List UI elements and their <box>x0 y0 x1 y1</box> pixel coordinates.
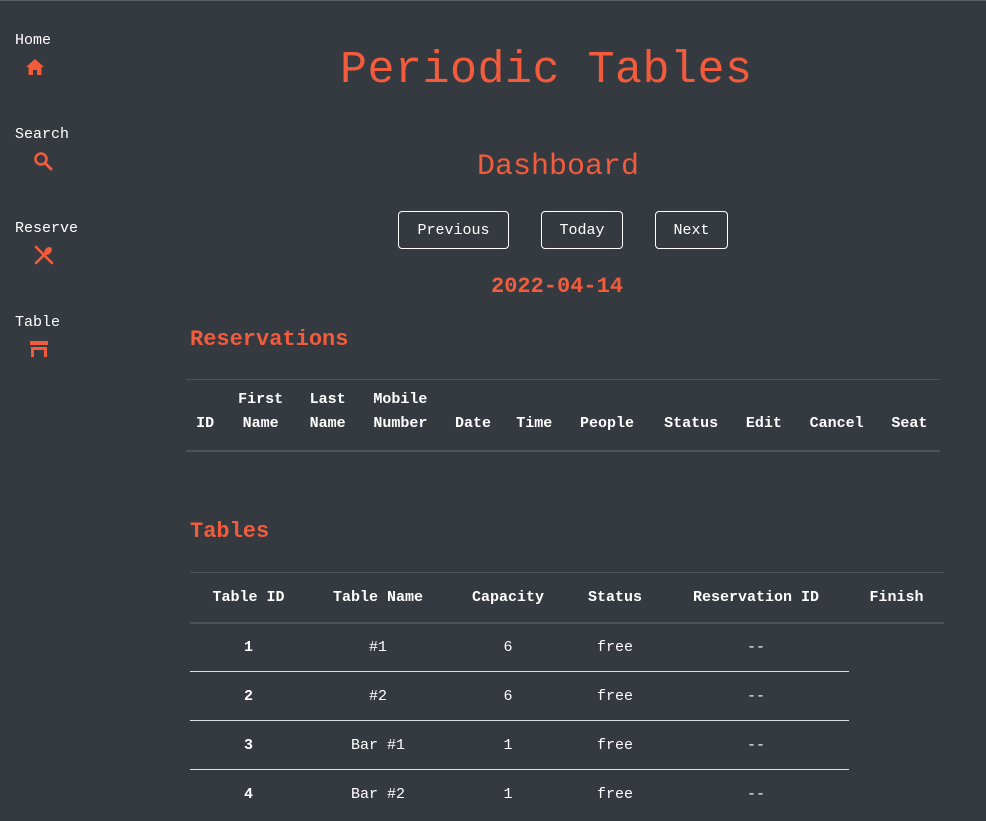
reservation-id-cell: -- <box>663 720 849 770</box>
sidebar-item-label: Reserve <box>15 220 79 237</box>
reservations-heading: Reservations <box>190 327 349 352</box>
sidebar-item-table[interactable]: Table <box>15 314 105 374</box>
finish-cell <box>849 770 944 819</box>
utensils-icon <box>34 245 54 265</box>
page-subtitle: Dashboard <box>477 150 640 184</box>
capacity-cell: 1 <box>503 785 513 803</box>
column-header-mobile-number: Mobile Number <box>358 379 443 452</box>
status-cell: free <box>567 622 663 672</box>
page-title: Periodic Tables <box>340 45 753 96</box>
reservation-id-cell: -- <box>663 622 849 672</box>
sidebar-item-reserve[interactable]: Reserve <box>15 220 105 280</box>
table-row: 2 #2 6 free -- <box>190 671 944 721</box>
column-header-status: Status <box>649 379 734 452</box>
home-icon <box>26 59 44 75</box>
reservation-id-cell: -- <box>663 671 849 721</box>
capacity-cell: 6 <box>449 622 567 672</box>
table-id-cell: 4 <box>243 785 253 803</box>
status-cell: free <box>567 671 663 721</box>
today-button[interactable]: Today <box>541 211 623 249</box>
column-header-table-id: Table ID <box>190 572 307 624</box>
column-header-cancel: Cancel <box>794 379 879 452</box>
finish-cell <box>849 672 944 721</box>
sidebar-item-label: Table <box>15 314 61 331</box>
tables-table: Table ID Table Name Capacity Status Rese… <box>190 572 944 819</box>
table-row: 4 Bar #2 1 free -- <box>190 770 944 819</box>
column-header-seat: Seat <box>878 379 940 452</box>
reservations-table: ID First Name Last Name Mobile Number Date … <box>186 379 940 452</box>
table-row: 1 #1 6 free -- <box>190 622 944 672</box>
capacity-cell: 6 <box>449 671 567 721</box>
table-name-cell: Bar #1 <box>307 720 449 770</box>
capacity-cell: 1 <box>449 720 567 770</box>
reservation-id-cell: -- <box>746 785 765 803</box>
column-header-status: Status <box>567 572 663 624</box>
previous-button[interactable]: Previous <box>398 211 509 249</box>
sidebar-item-label: Home <box>15 32 52 49</box>
table-header-row: Table ID Table Name Capacity Status Rese… <box>190 572 944 624</box>
table-name-cell: #1 <box>307 622 449 672</box>
column-header-capacity: Capacity <box>449 572 567 624</box>
column-header-first-name: First Name <box>224 379 297 452</box>
column-header-id: ID <box>186 379 225 452</box>
column-header-people: People <box>564 379 650 452</box>
column-header-last-name: Last Name <box>297 379 359 452</box>
status-cell: free <box>567 720 663 770</box>
current-date: 2022-04-14 <box>491 274 624 299</box>
column-header-edit: Edit <box>733 379 795 452</box>
column-header-finish: Finish <box>849 572 944 624</box>
table-row: 3 Bar #1 1 free -- <box>190 720 944 770</box>
sidebar-item-home[interactable]: Home <box>15 32 105 92</box>
table-id-cell: 1 <box>190 622 307 672</box>
finish-cell <box>849 623 944 672</box>
tables-heading: Tables <box>190 519 270 544</box>
table-name-cell: Bar #2 <box>350 785 405 803</box>
status-cell: free <box>596 785 633 803</box>
column-header-date: Date <box>442 379 504 452</box>
table-id-cell: 3 <box>190 720 307 770</box>
column-header-time: Time <box>503 379 565 452</box>
column-header-table-name: Table Name <box>307 572 449 624</box>
sidebar-item-label: Search <box>15 126 70 143</box>
sidebar-item-search[interactable]: Search <box>15 126 105 186</box>
next-button[interactable]: Next <box>655 211 728 249</box>
table-id-cell: 2 <box>190 671 307 721</box>
table-header-row: ID First Name Last Name Mobile Number Date … <box>186 379 940 452</box>
finish-cell <box>849 721 944 770</box>
table-icon <box>30 341 48 357</box>
table-name-cell: #2 <box>307 671 449 721</box>
search-icon <box>34 152 53 171</box>
column-header-reservation-id: Reservation ID <box>663 572 849 624</box>
